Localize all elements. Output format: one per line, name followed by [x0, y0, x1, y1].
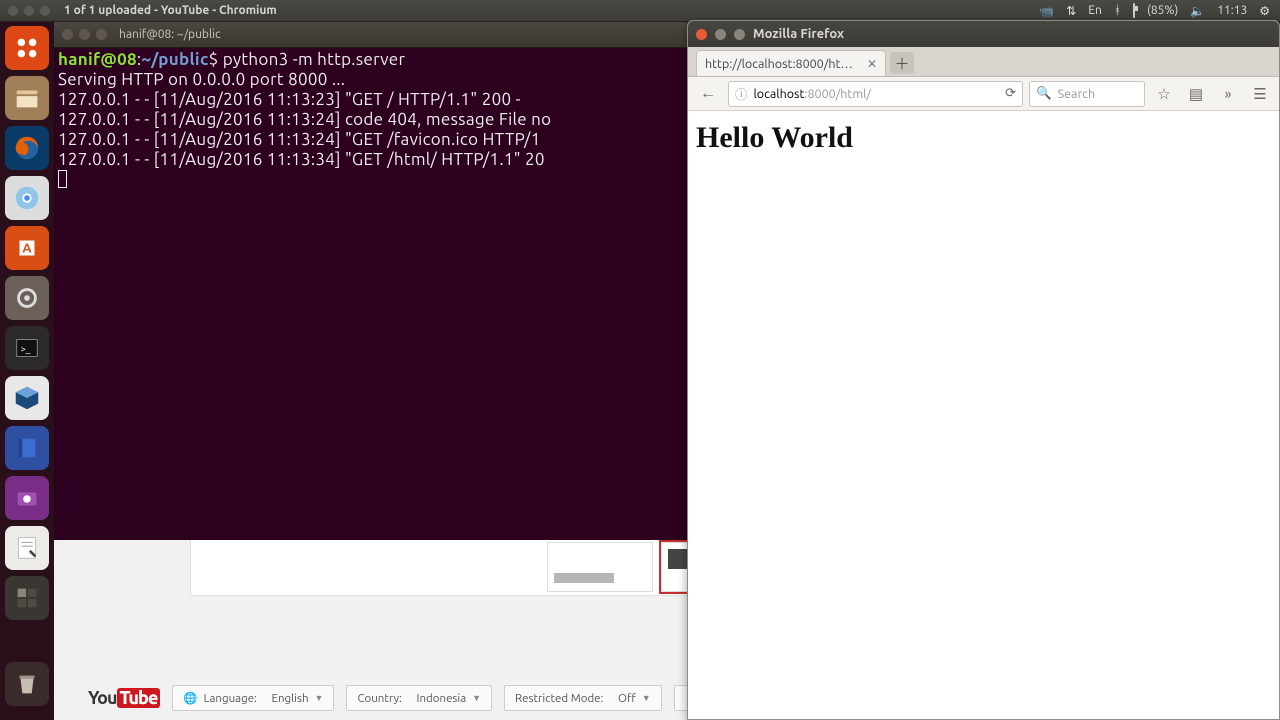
chromium-icon[interactable]: [5, 176, 49, 220]
clock[interactable]: 11:13: [1217, 4, 1247, 17]
software-center-icon[interactable]: A: [5, 226, 49, 270]
video-thumbnail[interactable]: [547, 542, 653, 592]
close-icon[interactable]: [62, 29, 73, 40]
window-controls[interactable]: [0, 6, 58, 16]
country-dropdown[interactable]: Country: Indonesia ▼: [346, 685, 492, 711]
reload-icon[interactable]: ⟳: [1005, 86, 1016, 101]
menu-icon[interactable]: ☰: [1247, 81, 1273, 107]
trash-icon[interactable]: [5, 662, 49, 706]
search-placeholder: Search: [1058, 87, 1096, 101]
search-icon: 🔍: [1036, 86, 1052, 101]
info-icon[interactable]: ⓘ: [735, 84, 748, 103]
url-rest: :8000/html/: [804, 87, 871, 101]
maximize-icon[interactable]: [734, 29, 745, 40]
battery-icon[interactable]: [1133, 4, 1135, 17]
files-icon[interactable]: [5, 76, 49, 120]
network-icon[interactable]: ⇅: [1066, 4, 1076, 18]
new-tab-button[interactable]: ＋: [890, 52, 914, 74]
bookmark-star-icon[interactable]: ☆: [1151, 81, 1177, 107]
library-icon[interactable]: ▤: [1183, 81, 1209, 107]
maximize-icon[interactable]: [40, 6, 50, 16]
dash-icon[interactable]: [5, 26, 49, 70]
terminal-command: python3 -m http.server: [223, 50, 406, 69]
svg-text:>_: >_: [20, 343, 30, 354]
youtube-logo[interactable]: YouTube: [88, 688, 160, 708]
terminal-line: 127.0.0.1 - - [11/Aug/2016 11:13:24] "GE…: [58, 130, 541, 149]
terminal-window[interactable]: hanif@08: ~/public hanif@08:~/public$ py…: [54, 22, 687, 540]
camera-icon[interactable]: 📹: [1039, 4, 1054, 18]
bluetooth-icon[interactable]: ᚼ: [1114, 4, 1121, 17]
tab-label: http://localhost:8000/html/: [705, 57, 859, 71]
back-button[interactable]: ←: [694, 81, 722, 107]
close-icon[interactable]: [696, 29, 707, 40]
svg-text:A: A: [22, 242, 32, 256]
terminal-line: 127.0.0.1 - - [11/Aug/2016 11:13:34] "GE…: [58, 150, 545, 169]
page-heading: Hello World: [696, 121, 1271, 155]
terminal-body[interactable]: hanif@08:~/public$ python3 -m http.serve…: [54, 48, 687, 195]
keyboard-indicator[interactable]: En: [1088, 4, 1102, 17]
close-icon[interactable]: [8, 6, 18, 16]
url-host: localhost: [754, 87, 805, 101]
minimize-icon[interactable]: [24, 6, 34, 16]
close-tab-icon[interactable]: ✕: [867, 57, 877, 71]
chevron-down-icon: ▼: [472, 693, 481, 703]
battery-percent: (85%): [1147, 4, 1178, 17]
settings-icon[interactable]: [5, 276, 49, 320]
url-bar[interactable]: ⓘ localhost:8000/html/ ⟳: [728, 81, 1023, 107]
prompt-user: hanif@08: [58, 50, 137, 69]
terminal-title: hanif@08: ~/public: [119, 28, 221, 41]
dictionary-icon[interactable]: [5, 426, 49, 470]
active-window-title: 1 of 1 uploaded - YouTube - Chromium: [64, 4, 277, 17]
maximize-icon[interactable]: [96, 29, 107, 40]
language-dropdown[interactable]: 🌐 Language: English ▼: [172, 685, 334, 711]
terminal-line: Serving HTTP on 0.0.0.0 port 8000 ...: [58, 70, 345, 89]
firefox-page-content: Hello World: [688, 111, 1279, 719]
system-tray: 📹 ⇅ En ᚼ (85%) 🔈 11:13 ⚙: [1039, 4, 1280, 18]
firefox-tabstrip: http://localhost:8000/html/ ✕ ＋: [688, 47, 1279, 77]
workspace-icon[interactable]: [5, 576, 49, 620]
overflow-icon[interactable]: »: [1215, 81, 1241, 107]
volume-icon[interactable]: 🔈: [1190, 4, 1205, 18]
terminal-cursor: [58, 170, 67, 188]
terminal-titlebar[interactable]: hanif@08: ~/public: [54, 22, 687, 48]
session-icon[interactable]: ⚙: [1259, 4, 1270, 18]
firefox-window[interactable]: Mozilla Firefox http://localhost:8000/ht…: [687, 20, 1280, 720]
firefox-titlebar[interactable]: Mozilla Firefox: [688, 21, 1279, 47]
ubuntu-menubar: 1 of 1 uploaded - YouTube - Chromium 📹 ⇅…: [0, 0, 1280, 22]
search-bar[interactable]: 🔍 Search: [1029, 81, 1145, 107]
minimize-icon[interactable]: [79, 29, 90, 40]
screenshot-icon[interactable]: [5, 476, 49, 520]
terminal-line: 127.0.0.1 - - [11/Aug/2016 11:13:23] "GE…: [58, 90, 521, 109]
restricted-mode-dropdown[interactable]: Restricted Mode: Off ▼: [504, 685, 662, 711]
chevron-down-icon: ▼: [642, 693, 651, 703]
globe-icon: 🌐: [183, 691, 197, 705]
virtualbox-icon[interactable]: [5, 376, 49, 420]
prompt-path: ~/public: [141, 50, 208, 69]
terminal-icon[interactable]: >_: [5, 326, 49, 370]
unity-launcher: A >_: [0, 22, 54, 720]
gedit-icon[interactable]: [5, 526, 49, 570]
firefox-toolbar: ← ⓘ localhost:8000/html/ ⟳ 🔍 Search ☆ ▤ …: [688, 77, 1279, 111]
firefox-icon[interactable]: [5, 126, 49, 170]
firefox-title: Mozilla Firefox: [753, 27, 844, 41]
browser-tab[interactable]: http://localhost:8000/html/ ✕: [696, 50, 886, 76]
terminal-line: 127.0.0.1 - - [11/Aug/2016 11:13:24] cod…: [58, 110, 551, 129]
chevron-down-icon: ▼: [315, 693, 324, 703]
minimize-icon[interactable]: [715, 29, 726, 40]
